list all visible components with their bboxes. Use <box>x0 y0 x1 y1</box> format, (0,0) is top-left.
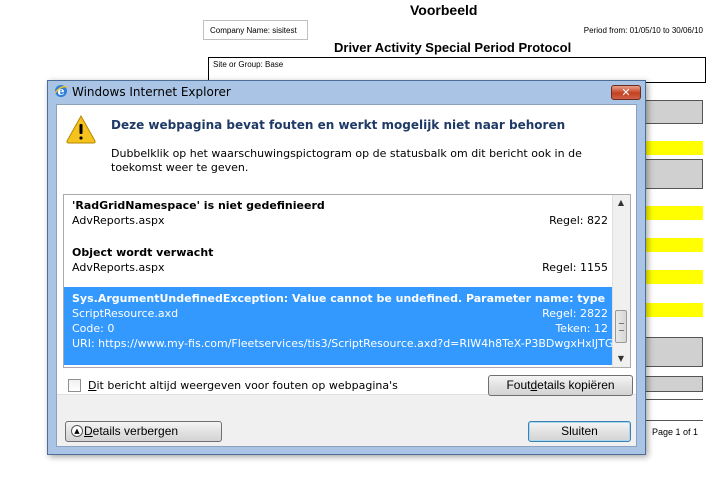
error-file: ScriptResource.axd <box>72 307 179 320</box>
copy-details-button[interactable]: Foutdetails kopiëren <box>488 375 633 396</box>
always-show-label[interactable]: Dit bericht altijd weergeven voor fouten… <box>88 379 398 392</box>
error-name-row: Sys.ArgumentUndefinedException: Value ca… <box>64 291 614 306</box>
error-name: Object wordt verwacht <box>72 246 214 259</box>
report-yellow-row <box>645 141 703 155</box>
close-icon: ✕ <box>621 86 631 99</box>
dialog-titlebar[interactable]: e Windows Internet Explorer ✕ <box>48 81 645 103</box>
error-char: Teken: 12 <box>555 322 608 335</box>
error-uri: URI: https://www.my-fis.com/Fleetservice… <box>72 337 631 350</box>
report-rule <box>645 399 703 400</box>
list-item-selected[interactable]: Sys.ArgumentUndefinedException: Value ca… <box>64 287 630 365</box>
error-name: Sys.ArgumentUndefinedException: Value ca… <box>72 292 606 305</box>
report-gray-cell <box>645 376 703 392</box>
error-name: 'RadGridNamespace' is niet gedefinieerd <box>72 199 325 212</box>
report-gray-cell <box>645 100 703 124</box>
site-group-label: Site or Group: Base <box>213 60 284 69</box>
period-range: Period from: 01/05/10 to 30/06/10 <box>583 26 703 35</box>
dialog-client-area: Deze webpagina bevat fouten en werkt mog… <box>56 104 637 447</box>
internet-explorer-icon: e <box>54 85 68 98</box>
scrollbar-thumb[interactable] <box>615 310 627 343</box>
error-uri-row: URI: https://www.my-fis.com/Fleetservice… <box>64 336 630 351</box>
error-code: Code: 0 <box>72 322 115 335</box>
checkbox-text: it bericht altijd weergeven voor fouten … <box>96 379 398 392</box>
always-show-checkbox[interactable] <box>68 379 81 392</box>
copy-label-pre: Fout <box>506 378 531 392</box>
error-dialog: e Windows Internet Explorer ✕ Deze webpa… <box>47 80 646 455</box>
warning-icon <box>66 114 96 144</box>
error-list[interactable]: 'RadGridNamespace' is niet gedefinieerd … <box>63 194 631 368</box>
scroll-down-icon[interactable]: ▼ <box>613 351 629 367</box>
error-line: Regel: 2822 <box>542 307 608 320</box>
error-code-row: Code: 0 Teken: 12 <box>64 321 614 336</box>
error-name-row: 'RadGridNamespace' is niet gedefinieerd <box>64 198 614 213</box>
report-rule <box>645 420 703 421</box>
dialog-title: Windows Internet Explorer <box>72 85 231 99</box>
list-item[interactable]: Object wordt verwacht AdvReports.aspx Reg… <box>64 245 614 290</box>
error-file-row: AdvReports.aspx Regel: 1155 <box>64 260 614 275</box>
report-gray-cell <box>645 159 703 189</box>
error-file-row: AdvReports.aspx Regel: 822 <box>64 213 614 228</box>
access-key: D <box>84 424 93 438</box>
report-yellow-row <box>645 206 703 220</box>
report-gray-cell <box>645 337 703 367</box>
copy-label-post: etails kopiëren <box>537 378 615 392</box>
page-number: Page 1 of 1 <box>652 427 699 437</box>
error-heading: Deze webpagina bevat fouten en werkt mog… <box>111 118 566 132</box>
error-file: AdvReports.aspx <box>72 261 165 274</box>
report-yellow-row <box>645 238 703 252</box>
hide-details-button[interactable]: ▲ Details verbergen <box>65 421 222 442</box>
scroll-up-icon[interactable]: ▲ <box>613 195 629 211</box>
error-file-row: ScriptResource.axd Regel: 2822 <box>64 306 614 321</box>
close-button[interactable]: ✕ <box>611 85 641 100</box>
protocol-title: Driver Activity Special Period Protocol <box>334 40 572 55</box>
error-file: AdvReports.aspx <box>72 214 165 227</box>
error-line: Regel: 822 <box>549 214 608 227</box>
error-description: Dubbelklik op het waarschuwingspictogram… <box>111 147 582 174</box>
chevron-up-icon: ▲ <box>71 425 83 437</box>
report-title: Voorbeeld <box>410 2 478 18</box>
company-name: Company Name: sisitest <box>203 20 308 40</box>
error-line: Regel: 1155 <box>542 261 608 274</box>
report-yellow-row <box>645 303 703 317</box>
close-dialog-button[interactable]: Sluiten <box>528 421 631 442</box>
details-label: etails verbergen <box>92 424 179 438</box>
report-yellow-row <box>645 270 703 284</box>
list-item[interactable]: 'RadGridNamespace' is niet gedefinieerd … <box>64 198 614 243</box>
vertical-scrollbar[interactable]: ▲ ▼ <box>612 195 630 367</box>
error-name-row: Object wordt verwacht <box>64 245 614 260</box>
